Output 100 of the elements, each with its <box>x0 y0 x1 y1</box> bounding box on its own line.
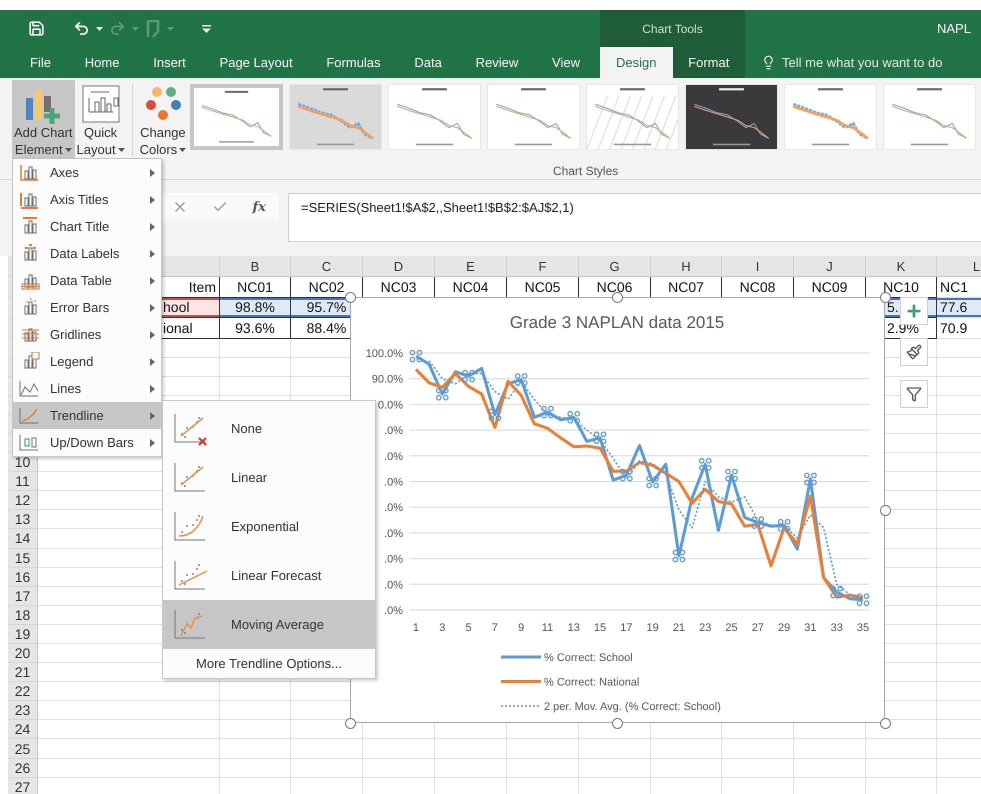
row-header[interactable]: 18 <box>8 606 38 625</box>
chart-area[interactable]: Grade 3 NAPLAN data 2015 100.0% 90.0% 0.0% .0% .0% .0% .0% .0% .0% .0% .0% 1 3 5 7 9 11 13 15 17 19 21 23 25 27 29 31 33 35 % Correct: School % Correct: National 2 per. Mov. Avg. (% Correct: School) <box>350 297 885 723</box>
column-header[interactable]: G <box>579 256 651 277</box>
row-header[interactable]: 23 <box>8 701 38 720</box>
axis-label: 25 <box>725 622 738 634</box>
chart-styles-button[interactable] <box>900 338 928 366</box>
ribbon-tab[interactable]: File <box>30 47 51 78</box>
brush-icon <box>906 344 922 360</box>
row-header[interactable]: 16 <box>8 568 38 587</box>
menu-item[interactable]: Legend <box>13 348 161 375</box>
chart-style-thumbnail[interactable] <box>685 84 778 150</box>
chart-style-thumbnail[interactable] <box>784 84 878 150</box>
column-header[interactable]: I <box>722 256 794 277</box>
insert-function-button[interactable]: fx <box>252 200 266 214</box>
chart-element-icon <box>18 433 40 452</box>
chart-style-thumbnail[interactable] <box>487 84 580 150</box>
row-header[interactable]: 24 <box>8 720 38 740</box>
axis-label: 19 <box>646 622 659 634</box>
row-header[interactable]: 27 <box>8 778 38 794</box>
column-header[interactable]: F <box>507 256 579 277</box>
caret-icon <box>118 148 125 152</box>
caret-icon <box>179 148 186 152</box>
axis-label: 29 <box>778 622 790 634</box>
trendline-icon <box>173 558 209 592</box>
chart-style-thumbnail[interactable] <box>289 84 382 150</box>
row-header[interactable]: 25 <box>8 739 38 759</box>
save-icon[interactable] <box>28 20 45 37</box>
ribbon-tab[interactable]: Data <box>414 47 442 78</box>
table-cell: 98.8% <box>220 298 291 318</box>
row-header[interactable]: 13 <box>8 510 38 530</box>
ribbon-tab[interactable]: Page Layout <box>220 47 293 78</box>
undo-icon[interactable] <box>73 20 90 37</box>
menu-item[interactable]: Lines <box>13 375 161 402</box>
axis-label: .0% <box>384 579 403 592</box>
row-header[interactable]: 20 <box>8 644 38 664</box>
chart-style-thumbnail[interactable] <box>190 84 284 150</box>
chart-element-icon <box>18 190 40 209</box>
row-header[interactable]: 14 <box>8 529 38 549</box>
customize-icon[interactable] <box>202 24 211 32</box>
ribbon-tab[interactable]: View <box>552 47 580 78</box>
trendline-icon <box>173 412 209 446</box>
chart-title: Grade 3 NAPLAN data 2015 <box>510 313 724 332</box>
chart-style-thumbnail[interactable] <box>883 84 976 150</box>
redo-icon[interactable] <box>109 20 126 37</box>
axis-label: 31 <box>804 622 817 634</box>
ribbon-tab[interactable]: Review <box>476 47 518 78</box>
column-header[interactable]: H <box>651 256 722 277</box>
menu-item[interactable]: Moving Average <box>163 600 375 649</box>
chart-elements-button[interactable] <box>900 297 928 325</box>
column-header[interactable]: C <box>291 256 363 277</box>
table-cell: NC01 <box>220 277 291 298</box>
chart-style-thumbnail[interactable] <box>586 84 680 150</box>
plus-icon <box>905 302 923 320</box>
axis-label: 0.0% <box>378 399 403 412</box>
ribbon-tab[interactable]: Design <box>600 47 672 78</box>
legend-label: % Correct: School <box>544 652 633 664</box>
column-header[interactable]: L <box>937 256 981 277</box>
legend-swatch <box>501 656 541 658</box>
row-header[interactable]: 26 <box>8 758 38 778</box>
column-header[interactable]: J <box>794 256 866 277</box>
submenu-arrow-icon <box>150 330 155 338</box>
menu-item[interactable]: Data Labels <box>13 240 161 267</box>
row-header[interactable]: 19 <box>8 624 38 644</box>
axis-label: 13 <box>568 622 580 634</box>
submenu-arrow-icon <box>150 438 155 446</box>
row-header[interactable]: 11 <box>8 472 38 492</box>
chart-element-icon <box>18 406 40 425</box>
menu-item[interactable]: Up/Down Bars <box>13 429 161 456</box>
ribbon-button[interactable]: Change Colors <box>138 80 188 158</box>
column-header[interactable]: D <box>363 256 435 277</box>
row-header[interactable]: 22 <box>8 682 38 702</box>
axis-label: .0% <box>384 476 403 488</box>
column-header[interactable]: K <box>866 256 937 277</box>
ribbon-button[interactable]: Quick Layout <box>74 80 127 158</box>
chart-style-thumbnail[interactable] <box>388 84 482 150</box>
lightbulb-icon[interactable] <box>761 55 776 70</box>
touch-mode-icon[interactable] <box>145 20 161 38</box>
submenu-arrow-icon <box>150 358 155 366</box>
ribbon-tab[interactable]: Insert <box>153 47 186 78</box>
row-header[interactable]: 17 <box>8 586 38 606</box>
axis-label: 17 <box>620 622 632 634</box>
menu-item[interactable]: Axes <box>13 159 161 186</box>
formula-field[interactable]: =SERIES(Sheet1!$A$2,,Sheet1!$B$2:$AJ$2,1) <box>288 193 981 242</box>
column-header[interactable]: E <box>435 256 507 277</box>
chart-filters-button[interactable] <box>900 380 928 408</box>
column-header[interactable]: B <box>220 256 291 277</box>
ribbon-tab[interactable]: Home <box>84 47 120 78</box>
menu-item[interactable]: Trendline <box>13 402 161 429</box>
ribbon-tab[interactable]: Format <box>672 47 745 78</box>
tell-me-field[interactable]: Tell me what you want to do <box>782 55 942 70</box>
menu-item[interactable]: Axis Titles <box>13 186 161 213</box>
ribbon-tab[interactable]: Formulas <box>326 47 381 78</box>
filter-icon <box>906 386 922 402</box>
row-header[interactable]: 12 <box>8 491 38 510</box>
menu-item[interactable]: Chart Title <box>13 213 161 240</box>
row-header[interactable]: 15 <box>8 548 38 568</box>
row-header[interactable]: 21 <box>8 663 38 682</box>
caret-icon <box>96 26 103 30</box>
ribbon-button[interactable]: Add Chart Element <box>12 80 75 158</box>
axis-label: 9 <box>518 622 524 634</box>
